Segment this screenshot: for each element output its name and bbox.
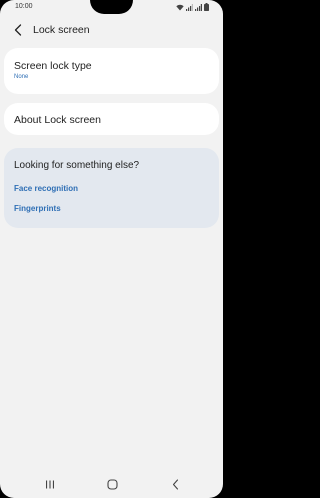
lock-screen-settings: 10:00 Lock screen Screen lock type None … (0, 0, 223, 498)
back-icon[interactable] (167, 476, 183, 492)
screen-lock-type-value: None (14, 74, 29, 80)
face-recognition-link[interactable]: Face recognition (14, 184, 78, 193)
screen-lock-type-item[interactable]: Screen lock type None (4, 48, 219, 94)
chevron-left-icon[interactable] (10, 22, 26, 38)
suggestions-card: Looking for something else? Face recogni… (4, 148, 219, 228)
status-time: 10:00 (15, 3, 33, 10)
battery-icon (204, 3, 209, 11)
screen-lock-type-label: Screen lock type (14, 60, 92, 72)
wifi-icon (176, 4, 184, 11)
navigation-bar (0, 470, 223, 498)
fingerprints-link[interactable]: Fingerprints (14, 204, 61, 213)
about-lock-screen-label: About Lock screen (14, 114, 101, 126)
signal-icon (195, 3, 202, 11)
recents-icon[interactable] (42, 476, 58, 492)
signal-icon (186, 3, 193, 11)
about-lock-screen-item[interactable]: About Lock screen (4, 103, 219, 135)
status-icons (176, 3, 209, 11)
page-title: Lock screen (33, 24, 90, 36)
header: Lock screen (0, 18, 223, 42)
home-icon[interactable] (104, 476, 120, 492)
suggestions-title: Looking for something else? (14, 160, 140, 171)
